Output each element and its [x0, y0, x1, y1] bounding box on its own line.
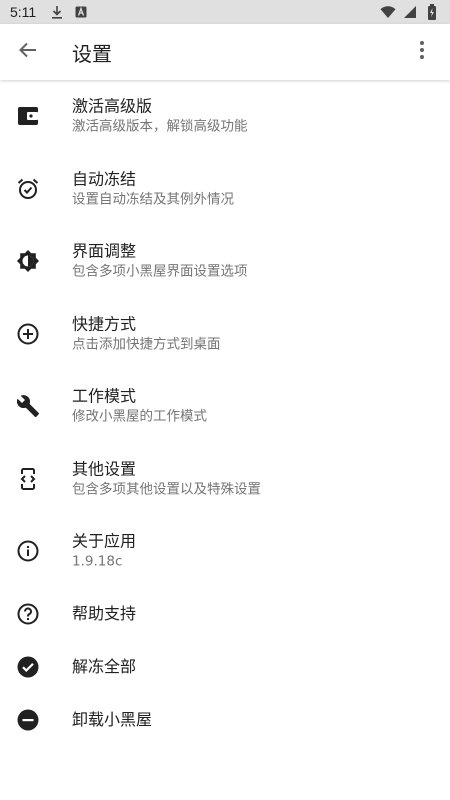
- more-vert-icon: [419, 40, 425, 64]
- add-circle-icon: [16, 322, 40, 346]
- info-icon: [16, 539, 40, 563]
- remove-circle-icon: [16, 708, 40, 732]
- setting-auto-freeze[interactable]: 自动冻结 设置自动冻结及其例外情况: [0, 153, 450, 226]
- status-time: 5:11: [10, 4, 37, 20]
- setting-help[interactable]: 帮助支持: [0, 588, 450, 641]
- setting-title: 自动冻结: [72, 169, 137, 189]
- signal-icon: [402, 4, 418, 20]
- setting-title: 激活高级版: [72, 96, 153, 116]
- developer-mode-icon: [16, 467, 40, 491]
- setting-subtitle: 修改小黑屋的工作模式: [72, 408, 207, 425]
- setting-activate-premium[interactable]: 激活高级版 激活高级版本，解锁高级功能: [0, 80, 450, 153]
- setting-title: 关于应用: [72, 531, 137, 551]
- font-a-icon: [74, 5, 88, 19]
- setting-title: 快捷方式: [72, 314, 137, 334]
- status-bar: 5:11: [0, 0, 450, 24]
- setting-subtitle: 1.9.18c: [72, 553, 123, 570]
- settings-list: 激活高级版 激活高级版本，解锁高级功能 自动冻结 设置自动冻结及其例外情况 界面…: [0, 80, 450, 747]
- setting-subtitle: 包含多项其他设置以及特殊设置: [72, 481, 261, 498]
- back-button[interactable]: [0, 24, 56, 80]
- download-icon: [50, 5, 64, 19]
- setting-unfreeze-all[interactable]: 解冻全部: [0, 641, 450, 694]
- battery-icon: [424, 4, 440, 20]
- setting-work-mode[interactable]: 工作模式 修改小黑屋的工作模式: [0, 370, 450, 443]
- brightness-icon: [16, 249, 40, 273]
- setting-ui-adjust[interactable]: 界面调整 包含多项小黑屋界面设置选项: [0, 225, 450, 298]
- setting-other[interactable]: 其他设置 包含多项其他设置以及特殊设置: [0, 443, 450, 516]
- setting-title: 其他设置: [72, 459, 137, 479]
- page-title: 设置: [72, 41, 112, 66]
- alarm-check-icon: [16, 177, 40, 201]
- wrench-icon: [16, 394, 40, 418]
- setting-title: 卸载小黑屋: [72, 710, 153, 729]
- setting-title: 解冻全部: [72, 657, 137, 676]
- setting-subtitle: 设置自动冻结及其例外情况: [72, 191, 234, 208]
- setting-uninstall[interactable]: 卸载小黑屋: [0, 694, 450, 747]
- check-circle-icon: [16, 655, 40, 679]
- setting-about[interactable]: 关于应用 1.9.18c: [0, 515, 450, 588]
- setting-subtitle: 激活高级版本，解锁高级功能: [72, 118, 248, 135]
- setting-subtitle: 点击添加快捷方式到桌面: [72, 336, 221, 353]
- setting-subtitle: 包含多项小黑屋界面设置选项: [72, 263, 248, 280]
- setting-title: 工作模式: [72, 386, 137, 406]
- wifi-icon: [380, 4, 396, 20]
- setting-title: 界面调整: [72, 241, 137, 261]
- more-options-button[interactable]: [398, 28, 446, 76]
- setting-shortcuts[interactable]: 快捷方式 点击添加快捷方式到桌面: [0, 298, 450, 371]
- app-bar: 设置: [0, 24, 450, 80]
- setting-title: 帮助支持: [72, 604, 137, 623]
- help-icon: [16, 602, 40, 626]
- wallet-icon: [16, 104, 40, 128]
- arrow-back-icon: [18, 40, 38, 64]
